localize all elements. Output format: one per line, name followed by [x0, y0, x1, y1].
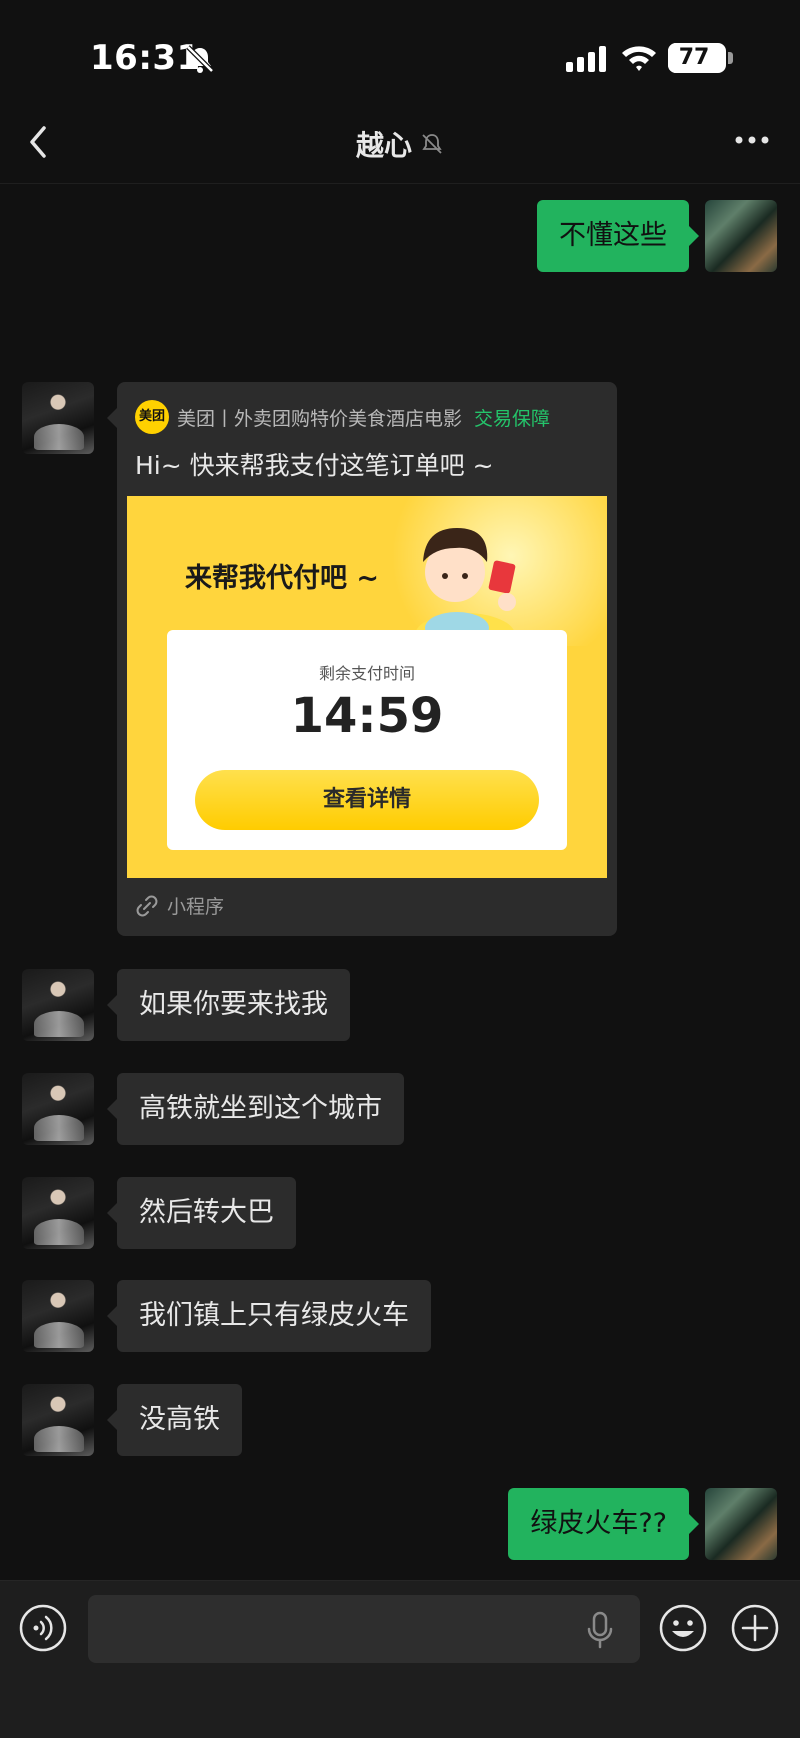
chat-title-container: 越心 — [0, 124, 800, 164]
chat-title: 越心 — [355, 129, 412, 162]
view-details-button[interactable]: 查看详情 — [195, 770, 539, 830]
contact-avatar[interactable] — [22, 1073, 94, 1145]
message-bubble-incoming[interactable]: 高铁就坐到这个城市 — [107, 1073, 404, 1145]
mascot-illustration-icon — [415, 528, 516, 650]
timer-value: 14:59 — [290, 688, 444, 744]
microphone-icon[interactable] — [585, 1611, 615, 1649]
signal-icon — [566, 46, 606, 72]
promo-heading: 来帮我代付吧 ~ — [185, 563, 380, 594]
message-bubble-outgoing[interactable]: 绿皮火车?? — [508, 1488, 699, 1560]
trade-guarantee-label: 交易保障 — [474, 407, 551, 430]
contact-avatar[interactable] — [22, 1384, 94, 1456]
message-bubble-incoming[interactable]: 我们镇上只有绿皮火车 — [107, 1280, 431, 1352]
voice-icon[interactable] — [18, 1603, 68, 1653]
card-footer: 小程序 — [135, 892, 224, 919]
message-input[interactable] — [88, 1595, 640, 1663]
contact-avatar[interactable] — [22, 1280, 94, 1352]
bell-slash-icon — [422, 134, 442, 154]
my-avatar[interactable] — [705, 1488, 777, 1560]
contact-avatar[interactable] — [22, 969, 94, 1041]
timer-label: 剩余支付时间 — [318, 664, 415, 683]
plus-icon[interactable] — [730, 1603, 780, 1653]
meituan-logo: 美团 — [135, 400, 169, 434]
battery-icon: 77 — [668, 43, 726, 73]
card-header: 美团 美团丨外卖团购特价美食酒店电影 交易保障 — [135, 400, 550, 434]
chat-header: 越心 — [0, 100, 800, 184]
contact-avatar[interactable] — [22, 1177, 94, 1249]
card-message: Hi~ 快来帮我支付这笔订单吧 ~ — [135, 451, 494, 480]
battery-nub — [728, 52, 733, 64]
emoji-icon[interactable] — [658, 1603, 708, 1653]
battery-percentage: 77 — [678, 45, 710, 70]
mini-program-card[interactable]: 美团 美团丨外卖团购特价美食酒店电影 交易保障 Hi~ 快来帮我支付这笔订单吧 … — [107, 382, 617, 936]
input-bar — [0, 1580, 800, 1738]
mini-program-link-icon — [136, 895, 158, 916]
message-bubble-incoming[interactable]: 然后转大巴 — [107, 1177, 296, 1249]
more-dots-icon[interactable] — [732, 128, 772, 152]
my-avatar[interactable] — [705, 200, 777, 272]
mini-program-label: 小程序 — [167, 896, 225, 918]
message-bubble-incoming[interactable]: 如果你要来找我 — [107, 969, 350, 1041]
wifi-icon — [622, 46, 656, 71]
promo-banner[interactable]: 来帮我代付吧 ~ 剩余支付时间 14:59 查看详情 — [127, 496, 607, 878]
brand-name: 美团丨外卖团购特价美食酒店电影 — [177, 407, 463, 430]
status-bar: 16:31 77 — [0, 0, 800, 100]
message-bubble-incoming[interactable]: 没高铁 — [107, 1384, 242, 1456]
message-bubble-outgoing[interactable]: 不懂这些 — [537, 200, 699, 272]
contact-avatar[interactable] — [22, 382, 94, 454]
bell-slash-icon — [186, 45, 214, 73]
payment-timer-panel: 剩余支付时间 14:59 查看详情 — [167, 630, 567, 850]
